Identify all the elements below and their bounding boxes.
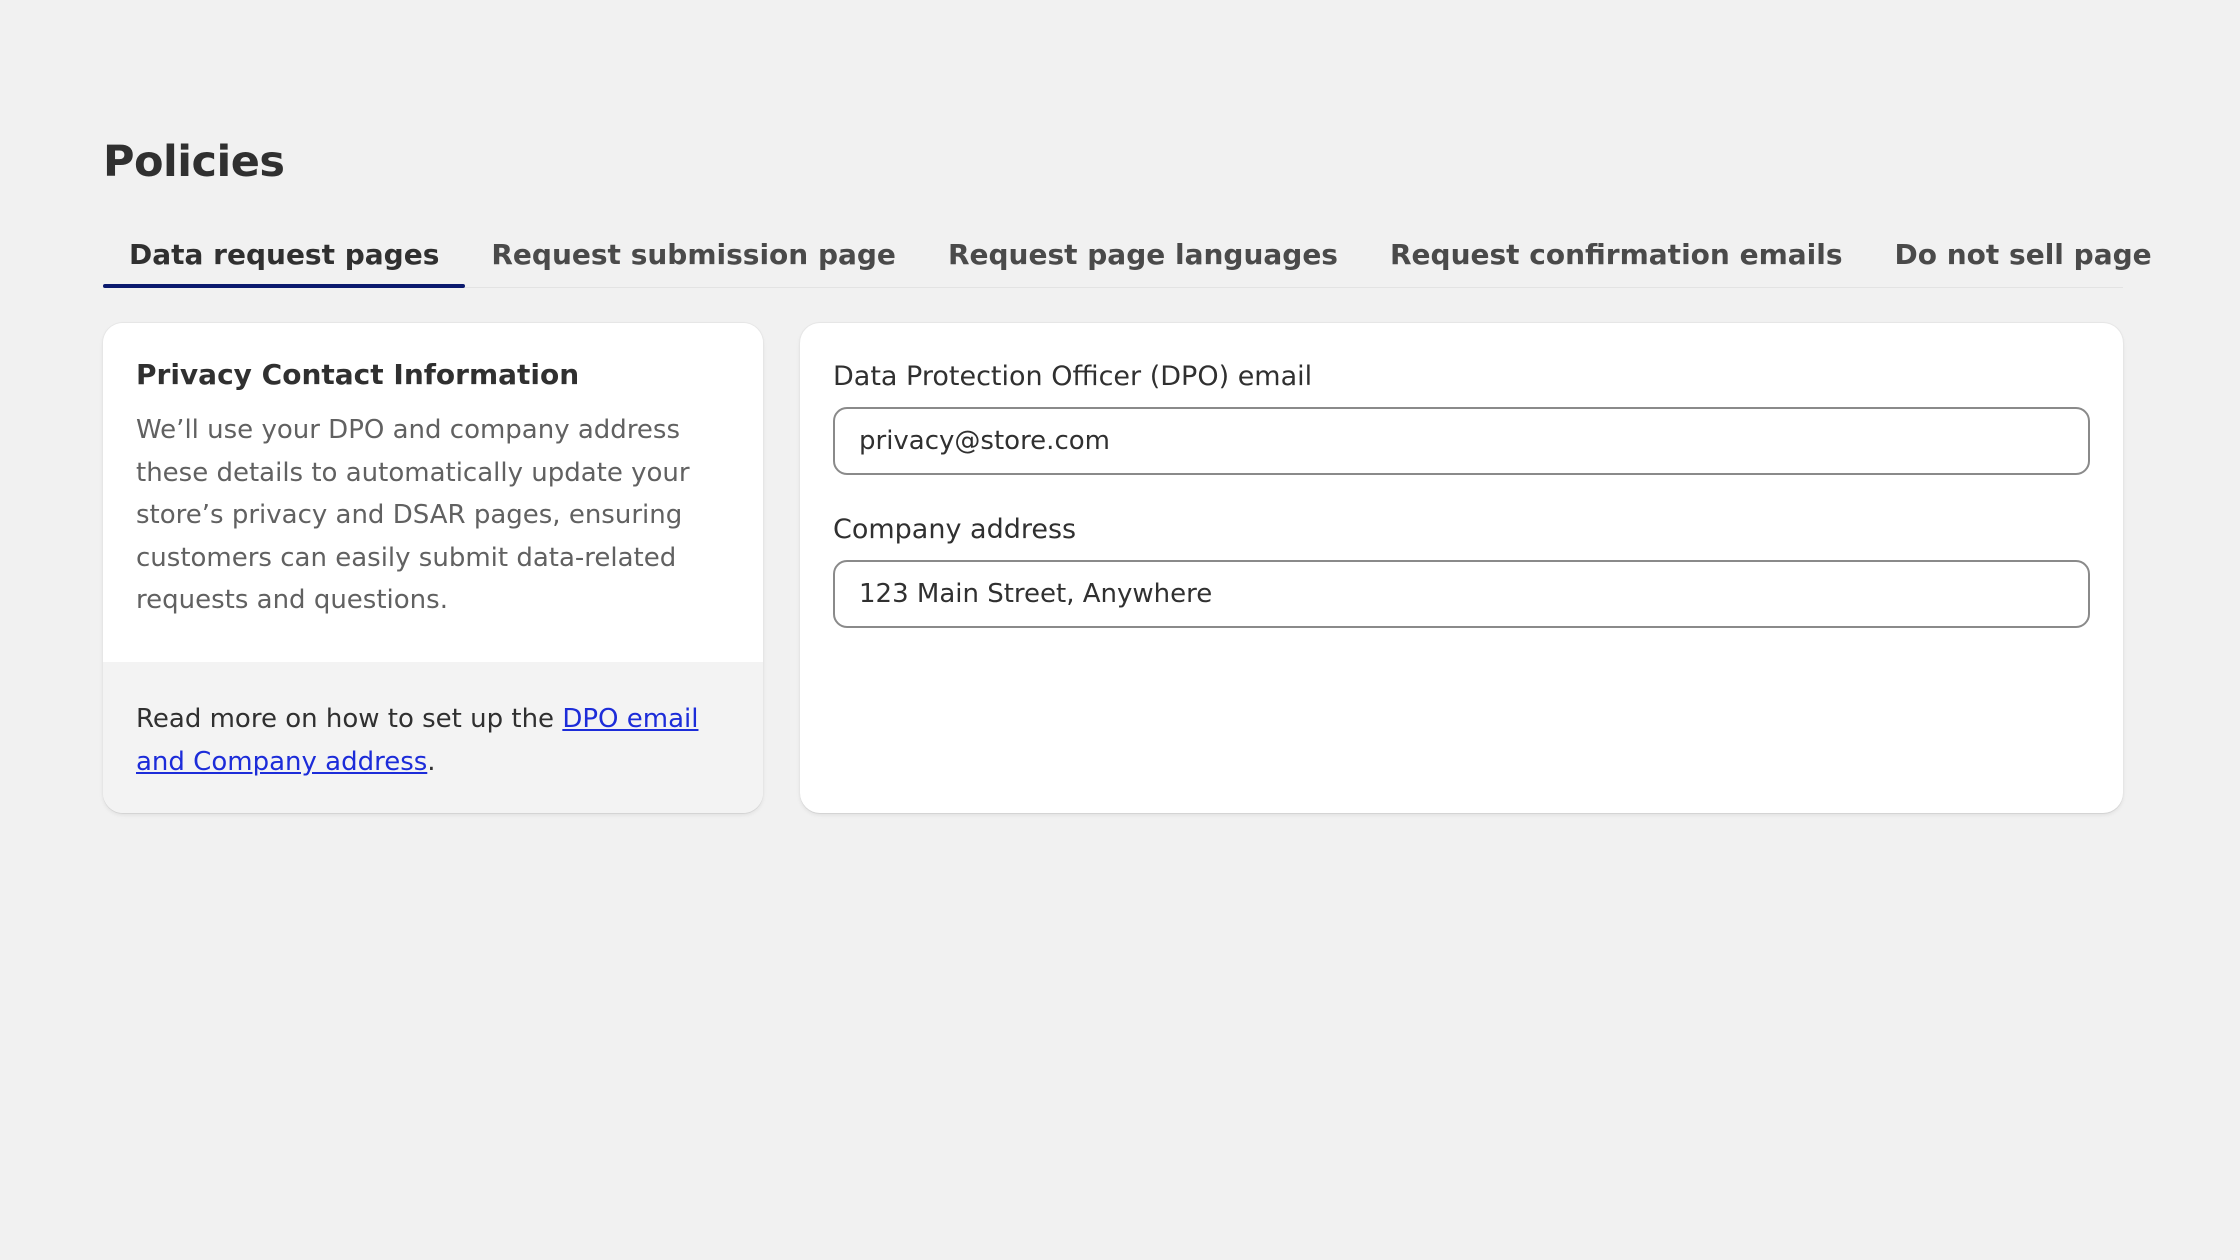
policy-tabs: Data request pages Request submission pa… (103, 226, 2152, 288)
dpo-email-field-group: Data Protection Officer (DPO) email (833, 357, 2090, 475)
tab-request-page-languages[interactable]: Request page languages (922, 226, 1364, 287)
info-card-heading: Privacy Contact Information (136, 358, 580, 391)
read-more-text: Read more on how to set up the DPO email… (136, 698, 730, 783)
privacy-contact-info-card: Privacy Contact Information We’ll use yo… (103, 323, 763, 813)
read-more-suffix: . (427, 746, 436, 777)
dpo-email-input[interactable] (833, 407, 2090, 475)
company-address-input[interactable] (833, 560, 2090, 628)
policies-page: Policies Data request pages Request subm… (103, 0, 2152, 1260)
info-card-footer: Read more on how to set up the DPO email… (103, 662, 763, 813)
tab-data-request-pages[interactable]: Data request pages (103, 226, 466, 288)
tab-do-not-sell-page[interactable]: Do not sell page (1869, 226, 2178, 287)
company-address-label: Company address (833, 514, 1077, 545)
info-card-body: Privacy Contact Information We’ll use yo… (103, 323, 763, 662)
tab-request-submission-page[interactable]: Request submission page (465, 226, 922, 287)
page-title: Policies (103, 137, 285, 187)
info-card-description: We’ll use your DPO and company address t… (136, 415, 690, 615)
privacy-contact-form-card: Data Protection Officer (DPO) email Comp… (800, 323, 2123, 813)
dpo-email-label: Data Protection Officer (DPO) email (833, 361, 1313, 392)
read-more-prefix: Read more on how to set up the (136, 704, 563, 734)
company-address-field-group: Company address (833, 510, 2090, 628)
tab-request-confirmation-emails[interactable]: Request confirmation emails (1364, 226, 1869, 287)
